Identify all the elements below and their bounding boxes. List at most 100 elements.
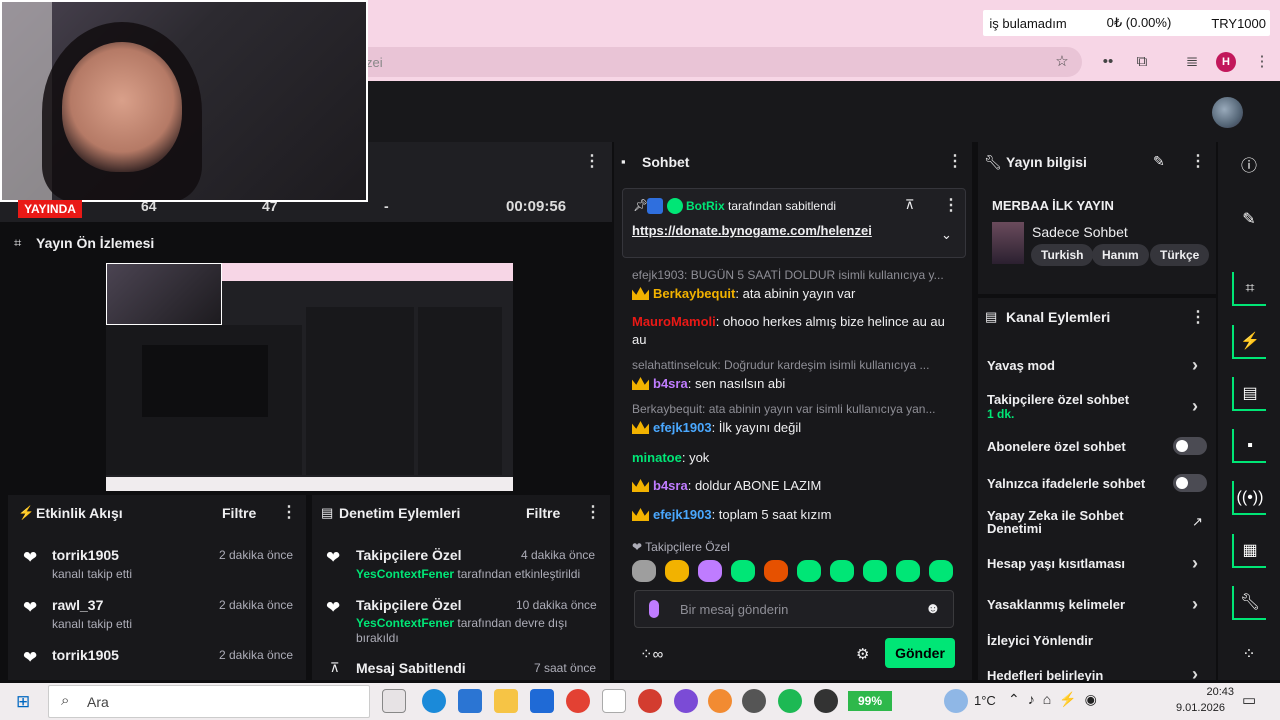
emote-icon[interactable] bbox=[632, 560, 656, 582]
activity-user[interactable]: rawl_37 bbox=[52, 597, 103, 613]
chrome-profile-icon[interactable] bbox=[638, 689, 662, 713]
media-playlist-icon[interactable]: ≣ bbox=[1182, 52, 1202, 72]
system-tray-icons[interactable]: ⌃♪⌂⚡◉ bbox=[1008, 691, 1105, 708]
activity-user[interactable]: torrik1905 bbox=[52, 647, 119, 663]
stats-menu-icon[interactable]: ⋮ bbox=[584, 154, 600, 170]
chevron-right-icon[interactable]: › bbox=[1192, 594, 1198, 615]
action-ai-moderation[interactable]: Yapay Zeka ile Sohbet Denetimi bbox=[987, 509, 1137, 535]
action-account-age[interactable]: Hesap yaşı kısıtlaması bbox=[987, 556, 1125, 571]
camera-focus-icon[interactable]: ⌗ bbox=[1232, 272, 1266, 306]
chevron-right-icon[interactable]: › bbox=[1192, 355, 1198, 376]
spotify-icon[interactable] bbox=[778, 689, 802, 713]
document-icon[interactable]: ▤ bbox=[1232, 377, 1266, 411]
activity-user[interactable]: torrik1905 bbox=[52, 547, 119, 563]
microphone-icon[interactable] bbox=[649, 600, 659, 618]
moderator-name[interactable]: YesContextFener bbox=[356, 567, 454, 581]
emote-icon[interactable] bbox=[797, 560, 821, 582]
file-explorer-icon[interactable] bbox=[494, 689, 518, 713]
chat-username[interactable]: efejk1903 bbox=[653, 507, 712, 522]
lightning-icon[interactable]: ⚡ bbox=[1232, 325, 1266, 359]
info-menu-icon[interactable]: ⋮ bbox=[1190, 154, 1206, 170]
discord-icon[interactable] bbox=[674, 689, 698, 713]
stream-tag[interactable]: Turkish bbox=[1031, 244, 1094, 266]
puzzle-extensions-icon[interactable]: ⧉ bbox=[1132, 52, 1152, 72]
emoji-icon[interactable]: ☻ bbox=[925, 600, 941, 617]
clapperboard-icon[interactable]: ▦ bbox=[1232, 534, 1266, 568]
emote-icon[interactable] bbox=[698, 560, 722, 582]
chevron-right-icon[interactable]: › bbox=[1192, 553, 1198, 574]
emote-icon[interactable] bbox=[929, 560, 953, 582]
settings-gear-icon[interactable]: ⚙ bbox=[856, 645, 869, 663]
send-button[interactable]: Gönder bbox=[885, 638, 955, 668]
info-icon[interactable]: ⓘ bbox=[1232, 150, 1266, 184]
edit-pencil-icon[interactable]: ✎ bbox=[1153, 153, 1165, 170]
bookmark-star-icon[interactable]: ☆ bbox=[1052, 52, 1072, 72]
action-emote-only[interactable]: Yalnızca ifadelerle sohbet bbox=[987, 476, 1145, 491]
wrench-icon[interactable]: 🔧︎ bbox=[1232, 586, 1266, 620]
broadcast-icon[interactable]: ((•)) bbox=[1232, 481, 1266, 515]
actions-menu-icon[interactable]: ⋮ bbox=[1190, 310, 1206, 326]
unpin-icon[interactable]: ⊼ bbox=[905, 197, 915, 213]
battery-indicator[interactable]: 99% bbox=[848, 691, 892, 711]
chat-username[interactable]: b4sra bbox=[653, 478, 688, 493]
chat-username[interactable]: minatoe bbox=[632, 450, 682, 465]
emote-icon[interactable] bbox=[830, 560, 854, 582]
store-icon[interactable] bbox=[458, 689, 482, 713]
windows-start-icon[interactable]: ⊞ bbox=[16, 692, 30, 712]
profile-avatar[interactable]: H bbox=[1216, 52, 1236, 72]
app-icon[interactable] bbox=[708, 689, 732, 713]
chevron-down-icon[interactable]: ⌄ bbox=[941, 227, 952, 243]
notepad-icon[interactable] bbox=[602, 689, 626, 713]
clock-date[interactable]: 9.01.2026 bbox=[1176, 702, 1225, 714]
action-raid[interactable]: İzleyici Yönlendir bbox=[987, 633, 1093, 648]
stream-tag[interactable]: Hanım bbox=[1092, 244, 1149, 266]
pinned-link[interactable]: https://donate.bynogame.com/helenzei bbox=[632, 223, 872, 238]
address-bar[interactable]: zei bbox=[366, 47, 1082, 77]
mail-icon[interactable] bbox=[530, 689, 554, 713]
pinned-menu-icon[interactable]: ⋮ bbox=[943, 198, 959, 214]
task-view-icon[interactable] bbox=[382, 689, 406, 713]
activity-menu-icon[interactable]: ⋮ bbox=[281, 505, 297, 521]
extension-dots-icon[interactable]: •• bbox=[1098, 52, 1118, 72]
chat-tools-icon[interactable]: ⁘∞ bbox=[640, 645, 663, 663]
weather-icon[interactable] bbox=[944, 689, 968, 713]
action-slow-mode[interactable]: Yavaş mod bbox=[987, 358, 1055, 373]
emote-icon[interactable] bbox=[764, 560, 788, 582]
taskbar-search[interactable]: ⌕ Ara bbox=[48, 685, 370, 718]
action-goals[interactable]: Hedefleri belirleyin bbox=[987, 668, 1103, 681]
clock-time[interactable]: 20:43 bbox=[1186, 686, 1234, 698]
emote-only-toggle[interactable] bbox=[1173, 474, 1207, 492]
emote-icon[interactable] bbox=[863, 560, 887, 582]
obs-icon[interactable] bbox=[814, 689, 838, 713]
stream-tag[interactable]: Türkçe bbox=[1150, 244, 1210, 266]
moderator-name[interactable]: YesContextFener bbox=[356, 616, 454, 630]
notification-icon[interactable]: ▭ bbox=[1242, 691, 1256, 709]
pinned-by-user[interactable]: BotRix bbox=[686, 199, 725, 213]
chat-username[interactable]: Berkaybequit bbox=[653, 286, 735, 301]
action-subs-only[interactable]: Abonelere özel sohbet bbox=[987, 439, 1126, 454]
category-name[interactable]: Sadece Sohbet bbox=[1032, 224, 1128, 240]
preview-video[interactable] bbox=[106, 263, 513, 491]
chat-input[interactable]: Bir mesaj gönderin ☻ bbox=[634, 590, 954, 628]
emote-icon[interactable] bbox=[896, 560, 920, 582]
external-link-icon[interactable]: ↗ bbox=[1192, 514, 1203, 530]
emote-icon[interactable] bbox=[731, 560, 755, 582]
edge-browser-icon[interactable] bbox=[422, 689, 446, 713]
moderation-filter-button[interactable]: Filtre bbox=[526, 505, 560, 521]
chat-menu-icon[interactable]: ⋮ bbox=[947, 154, 963, 170]
activity-filter-button[interactable]: Filtre bbox=[222, 505, 256, 521]
moderation-menu-icon[interactable]: ⋮ bbox=[585, 505, 601, 521]
extensions-icon[interactable]: ⁘ bbox=[1232, 638, 1266, 672]
settings-icon[interactable] bbox=[742, 689, 766, 713]
category-thumbnail[interactable] bbox=[992, 222, 1024, 264]
action-followers-only[interactable]: Takipçilere özel sohbet bbox=[987, 392, 1129, 407]
chevron-right-icon[interactable]: › bbox=[1192, 664, 1198, 680]
chrome-icon[interactable] bbox=[566, 689, 590, 713]
emote-icon[interactable] bbox=[665, 560, 689, 582]
chat-username[interactable]: b4sra bbox=[653, 376, 688, 391]
pencil-icon[interactable]: ✎ bbox=[1232, 203, 1266, 237]
subs-only-toggle[interactable] bbox=[1173, 437, 1207, 455]
browser-menu-icon[interactable]: ⋮ bbox=[1252, 52, 1272, 72]
action-banned-words[interactable]: Yasaklanmış kelimeler bbox=[987, 597, 1125, 612]
user-avatar[interactable] bbox=[1212, 97, 1243, 128]
